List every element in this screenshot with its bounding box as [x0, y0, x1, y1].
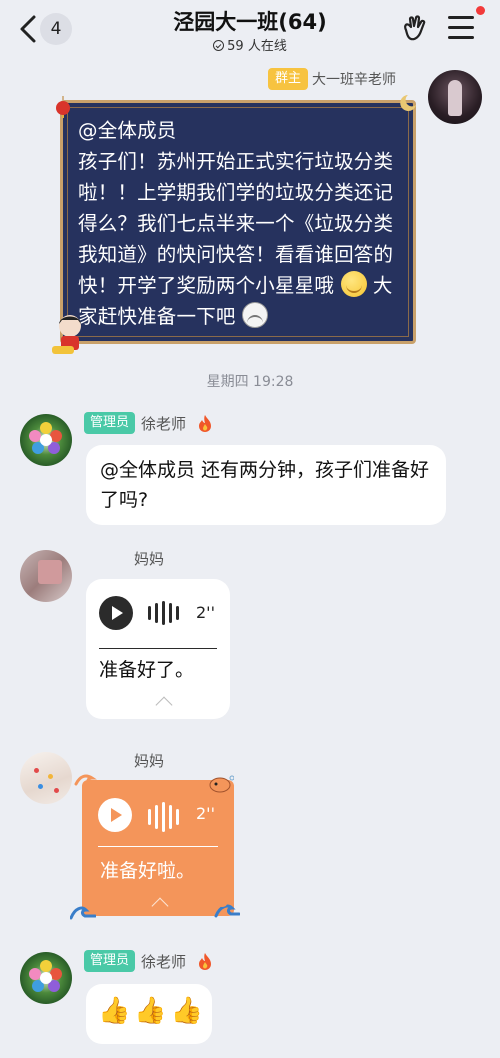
chat-header: 4 泾园大一班(64) 59 人在线	[0, 0, 500, 58]
owner-avatar[interactable]	[428, 70, 482, 124]
voice-duration: 2''	[196, 804, 215, 823]
check-circle-icon	[213, 40, 225, 51]
kid-sticker-icon	[52, 315, 81, 354]
gesture-icon[interactable]	[400, 14, 430, 44]
mention-all: @全体成员	[78, 119, 177, 142]
play-icon[interactable]	[99, 596, 133, 630]
divider	[99, 648, 217, 649]
fire-icon	[199, 415, 211, 432]
collapse-caret-icon[interactable]	[151, 897, 169, 915]
wave-sticker-icon	[74, 774, 97, 786]
fish-sticker-icon	[209, 775, 234, 793]
admin-role-badge: 管理员	[84, 950, 136, 972]
owner-name: 大一班辛老师	[312, 72, 396, 88]
sender-avatar[interactable]	[20, 550, 72, 602]
lantern-icon	[56, 96, 70, 118]
voice-transcript: 准备好了。	[99, 659, 195, 681]
voice-message-bubble[interactable]: 2'' 准备好啦。	[82, 780, 234, 916]
waveform-icon	[148, 802, 183, 832]
sender-name: 徐老师	[141, 415, 187, 433]
message-timestamp: 星期四 19:28	[206, 374, 294, 390]
wave-sticker-icon	[70, 906, 96, 920]
wave-sticker-icon	[214, 901, 240, 918]
owner-message-text: @全体成员 孩子们！苏州开始正式实行垃圾分类啦！！上学期我们学的垃圾分类还记得么…	[78, 115, 408, 332]
message-bubble[interactable]: 👍👍👍	[86, 984, 212, 1044]
moon-icon	[400, 95, 416, 111]
menu-icon[interactable]	[448, 16, 474, 40]
voice-message-bubble[interactable]: 2'' 准备好了。	[86, 579, 230, 719]
notification-dot	[476, 6, 485, 15]
online-count-text: 59 人在线	[227, 39, 287, 54]
sender-avatar[interactable]	[20, 752, 72, 804]
owner-role-badge: 群主	[268, 68, 309, 90]
waveform-icon	[148, 601, 183, 625]
message-bubble[interactable]: @全体成员 还有两分钟，孩子们准备好了吗?	[86, 445, 446, 525]
play-icon[interactable]	[98, 798, 132, 832]
sender-name: 妈妈	[134, 752, 165, 770]
smile-emoji-icon	[340, 271, 367, 297]
thumbs-up-emoji: 👍👍👍	[98, 996, 208, 1026]
sender-name: 妈妈	[134, 550, 165, 568]
fire-icon	[199, 953, 211, 970]
message-text: @全体成员 还有两分钟，孩子们准备好了吗?	[100, 459, 430, 511]
divider	[98, 846, 218, 847]
grin-emoji-icon	[242, 302, 269, 328]
collapse-caret-icon[interactable]	[155, 696, 173, 714]
admin-role-badge: 管理员	[84, 412, 136, 434]
sender-name: 徐老师	[141, 953, 187, 971]
voice-transcript: 准备好啦。	[100, 860, 196, 882]
sender-avatar[interactable]	[20, 952, 72, 1004]
sender-avatar[interactable]	[20, 414, 72, 466]
voice-duration: 2''	[196, 603, 215, 622]
